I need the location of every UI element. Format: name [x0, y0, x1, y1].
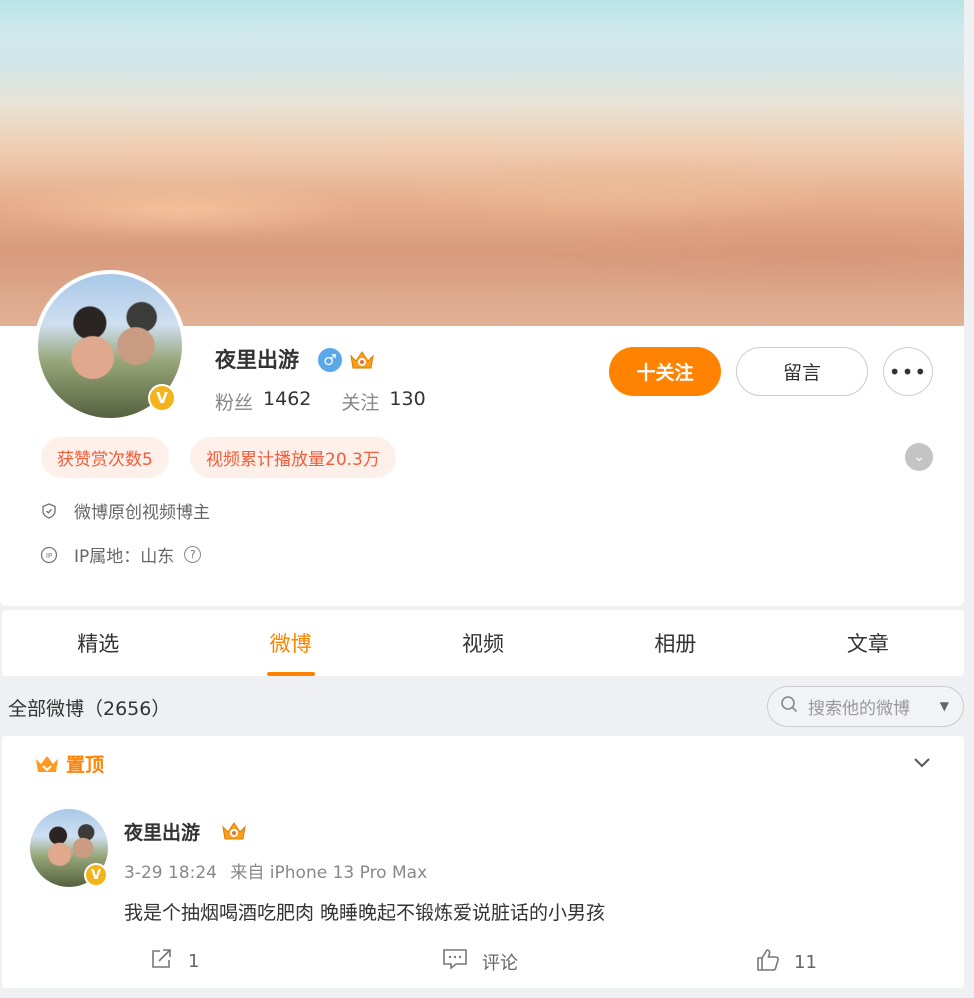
verified-icon: V	[84, 863, 108, 887]
search-placeholder: 搜索他的微博	[808, 699, 910, 719]
creator-label: 微博原创视频博主	[74, 503, 210, 523]
svg-text:IP: IP	[46, 552, 52, 560]
shield-icon	[40, 502, 58, 520]
post-actions: 1 评论 11	[2, 942, 964, 982]
thumbs-up-icon	[756, 948, 780, 977]
pinned-text: 置顶	[66, 754, 105, 776]
tab-album[interactable]: 相册	[579, 610, 771, 676]
profile-card: V 夜里出游 ♂ 粉丝 1462 关注 130 十关注 留言 ••• 获赞赏次数…	[0, 0, 964, 606]
post-source: 来自 iPhone 13 Pro Max	[230, 863, 428, 883]
crown-badge-icon	[222, 822, 246, 840]
post-username[interactable]: 夜里出游	[124, 818, 200, 845]
tab-video[interactable]: 视频	[387, 610, 579, 676]
chevron-down-icon[interactable]: ⌄	[905, 443, 933, 471]
crown-badge-icon	[350, 351, 374, 369]
pinned-post: 置顶 V 夜里出游 3-29 18:24 来自 iPhone 13 Pro Ma…	[2, 736, 964, 988]
verified-icon: V	[148, 384, 176, 412]
ip-info: IP IP属地：山东 ?	[40, 542, 202, 567]
feed-header: 全部微博（2656） 搜索他的微博 ▼	[0, 678, 974, 734]
all-weibo-count: 全部微博（2656）	[8, 698, 171, 720]
post-time[interactable]: 3-29 18:24	[124, 863, 217, 883]
pinned-label: 置顶	[34, 750, 104, 777]
search-input[interactable]: 搜索他的微博 ▼	[767, 686, 964, 727]
fans-label: 粉丝	[215, 392, 254, 414]
help-icon[interactable]: ?	[184, 546, 202, 563]
share-count: 1	[188, 951, 200, 972]
share-icon	[150, 948, 174, 975]
avatar[interactable]: V	[34, 270, 186, 422]
profile-stats: 粉丝 1462 关注 130	[215, 388, 456, 415]
following-count[interactable]: 130	[389, 388, 425, 415]
ip-icon: IP	[40, 546, 58, 564]
like-button[interactable]: 11	[756, 948, 817, 977]
like-count: 11	[794, 952, 817, 973]
message-button[interactable]: 留言	[736, 347, 868, 396]
dropdown-caret-icon[interactable]: ▼	[940, 699, 949, 713]
ip-label: IP属地：山东	[74, 547, 175, 567]
follow-button[interactable]: 十关注	[609, 347, 721, 396]
post-avatar[interactable]: V	[30, 809, 108, 887]
reward-count-tag[interactable]: 获赞赏次数5	[41, 437, 169, 478]
comment-icon	[442, 948, 468, 975]
video-plays-tag[interactable]: 视频累计播放量20.3万	[190, 437, 396, 478]
tab-article[interactable]: 文章	[772, 610, 964, 676]
following-label: 关注	[341, 392, 380, 414]
more-options-button[interactable]: •••	[883, 347, 933, 396]
post-text: 我是个抽烟喝酒吃肥肉 晚睡晚起不锻炼爱说脏话的小男孩	[124, 902, 606, 924]
profile-tabs: 精选 微博 视频 相册 文章	[2, 610, 964, 676]
cover-image	[0, 0, 964, 326]
search-icon	[780, 695, 798, 718]
chevron-down-icon[interactable]	[912, 750, 932, 774]
comment-button[interactable]: 评论	[442, 948, 518, 975]
post-meta: 3-29 18:24 来自 iPhone 13 Pro Max	[124, 858, 427, 883]
creator-info: 微博原创视频博主	[40, 498, 210, 523]
profile-username: 夜里出游	[215, 348, 299, 372]
share-button[interactable]: 1	[150, 948, 199, 975]
crown-icon	[36, 755, 58, 772]
comment-label: 评论	[482, 952, 518, 974]
fans-count[interactable]: 1462	[263, 388, 311, 415]
tab-weibo[interactable]: 微博	[194, 610, 386, 676]
tab-featured[interactable]: 精选	[2, 610, 194, 676]
male-icon: ♂	[318, 348, 342, 372]
